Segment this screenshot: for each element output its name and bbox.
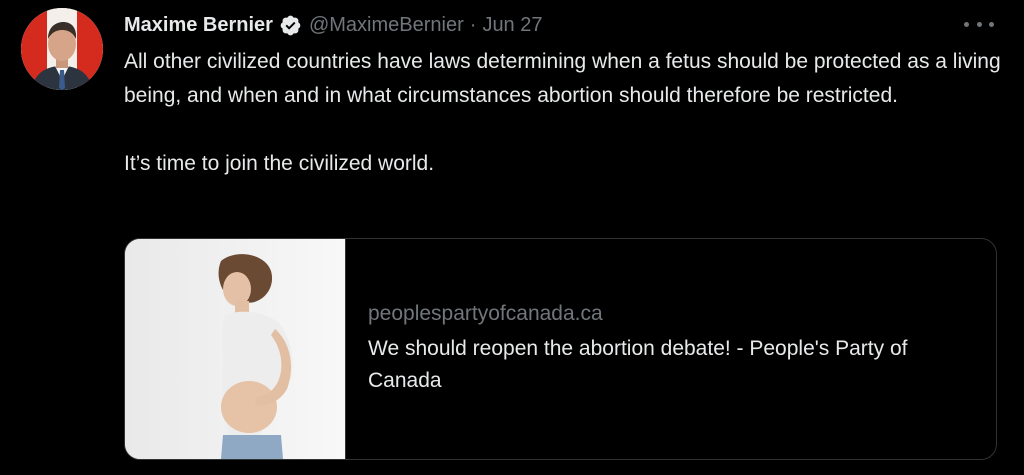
verified-badge-icon [279, 14, 302, 37]
avatar[interactable] [21, 8, 103, 90]
link-preview-card[interactable]: peoplespartyofcanada.ca We should reopen… [124, 238, 997, 460]
display-name[interactable]: Maxime Bernier [124, 14, 273, 37]
separator-dot: · [469, 13, 477, 36]
card-title[interactable]: We should reopen the abortion debate! - … [368, 333, 968, 397]
card-domain: peoplespartyofcanada.ca [368, 302, 603, 325]
avatar-image [21, 8, 103, 90]
tweet-paragraph: It’s time to join the civilized world. [124, 152, 435, 175]
more-dot [989, 21, 994, 27]
tweet[interactable]: Maxime Bernier @MaximeBernier · Jun 27 A… [0, 0, 1024, 475]
tweet-text: All other civilized countries have laws … [124, 45, 1004, 181]
tweet-date[interactable]: Jun 27 [482, 14, 542, 37]
more-dot [964, 21, 969, 27]
more-dot [976, 21, 982, 27]
more-horizontal-icon[interactable] [964, 14, 994, 34]
tweet-header: Maxime Bernier @MaximeBernier · Jun 27 [124, 10, 543, 40]
tweet-paragraph: All other civilized countries have laws … [124, 50, 1001, 107]
pregnant-woman-image [125, 239, 345, 459]
card-meta: peoplespartyofcanada.ca We should reopen… [368, 297, 968, 397]
card-thumbnail [125, 239, 346, 459]
user-handle[interactable]: @MaximeBernier [309, 14, 464, 37]
